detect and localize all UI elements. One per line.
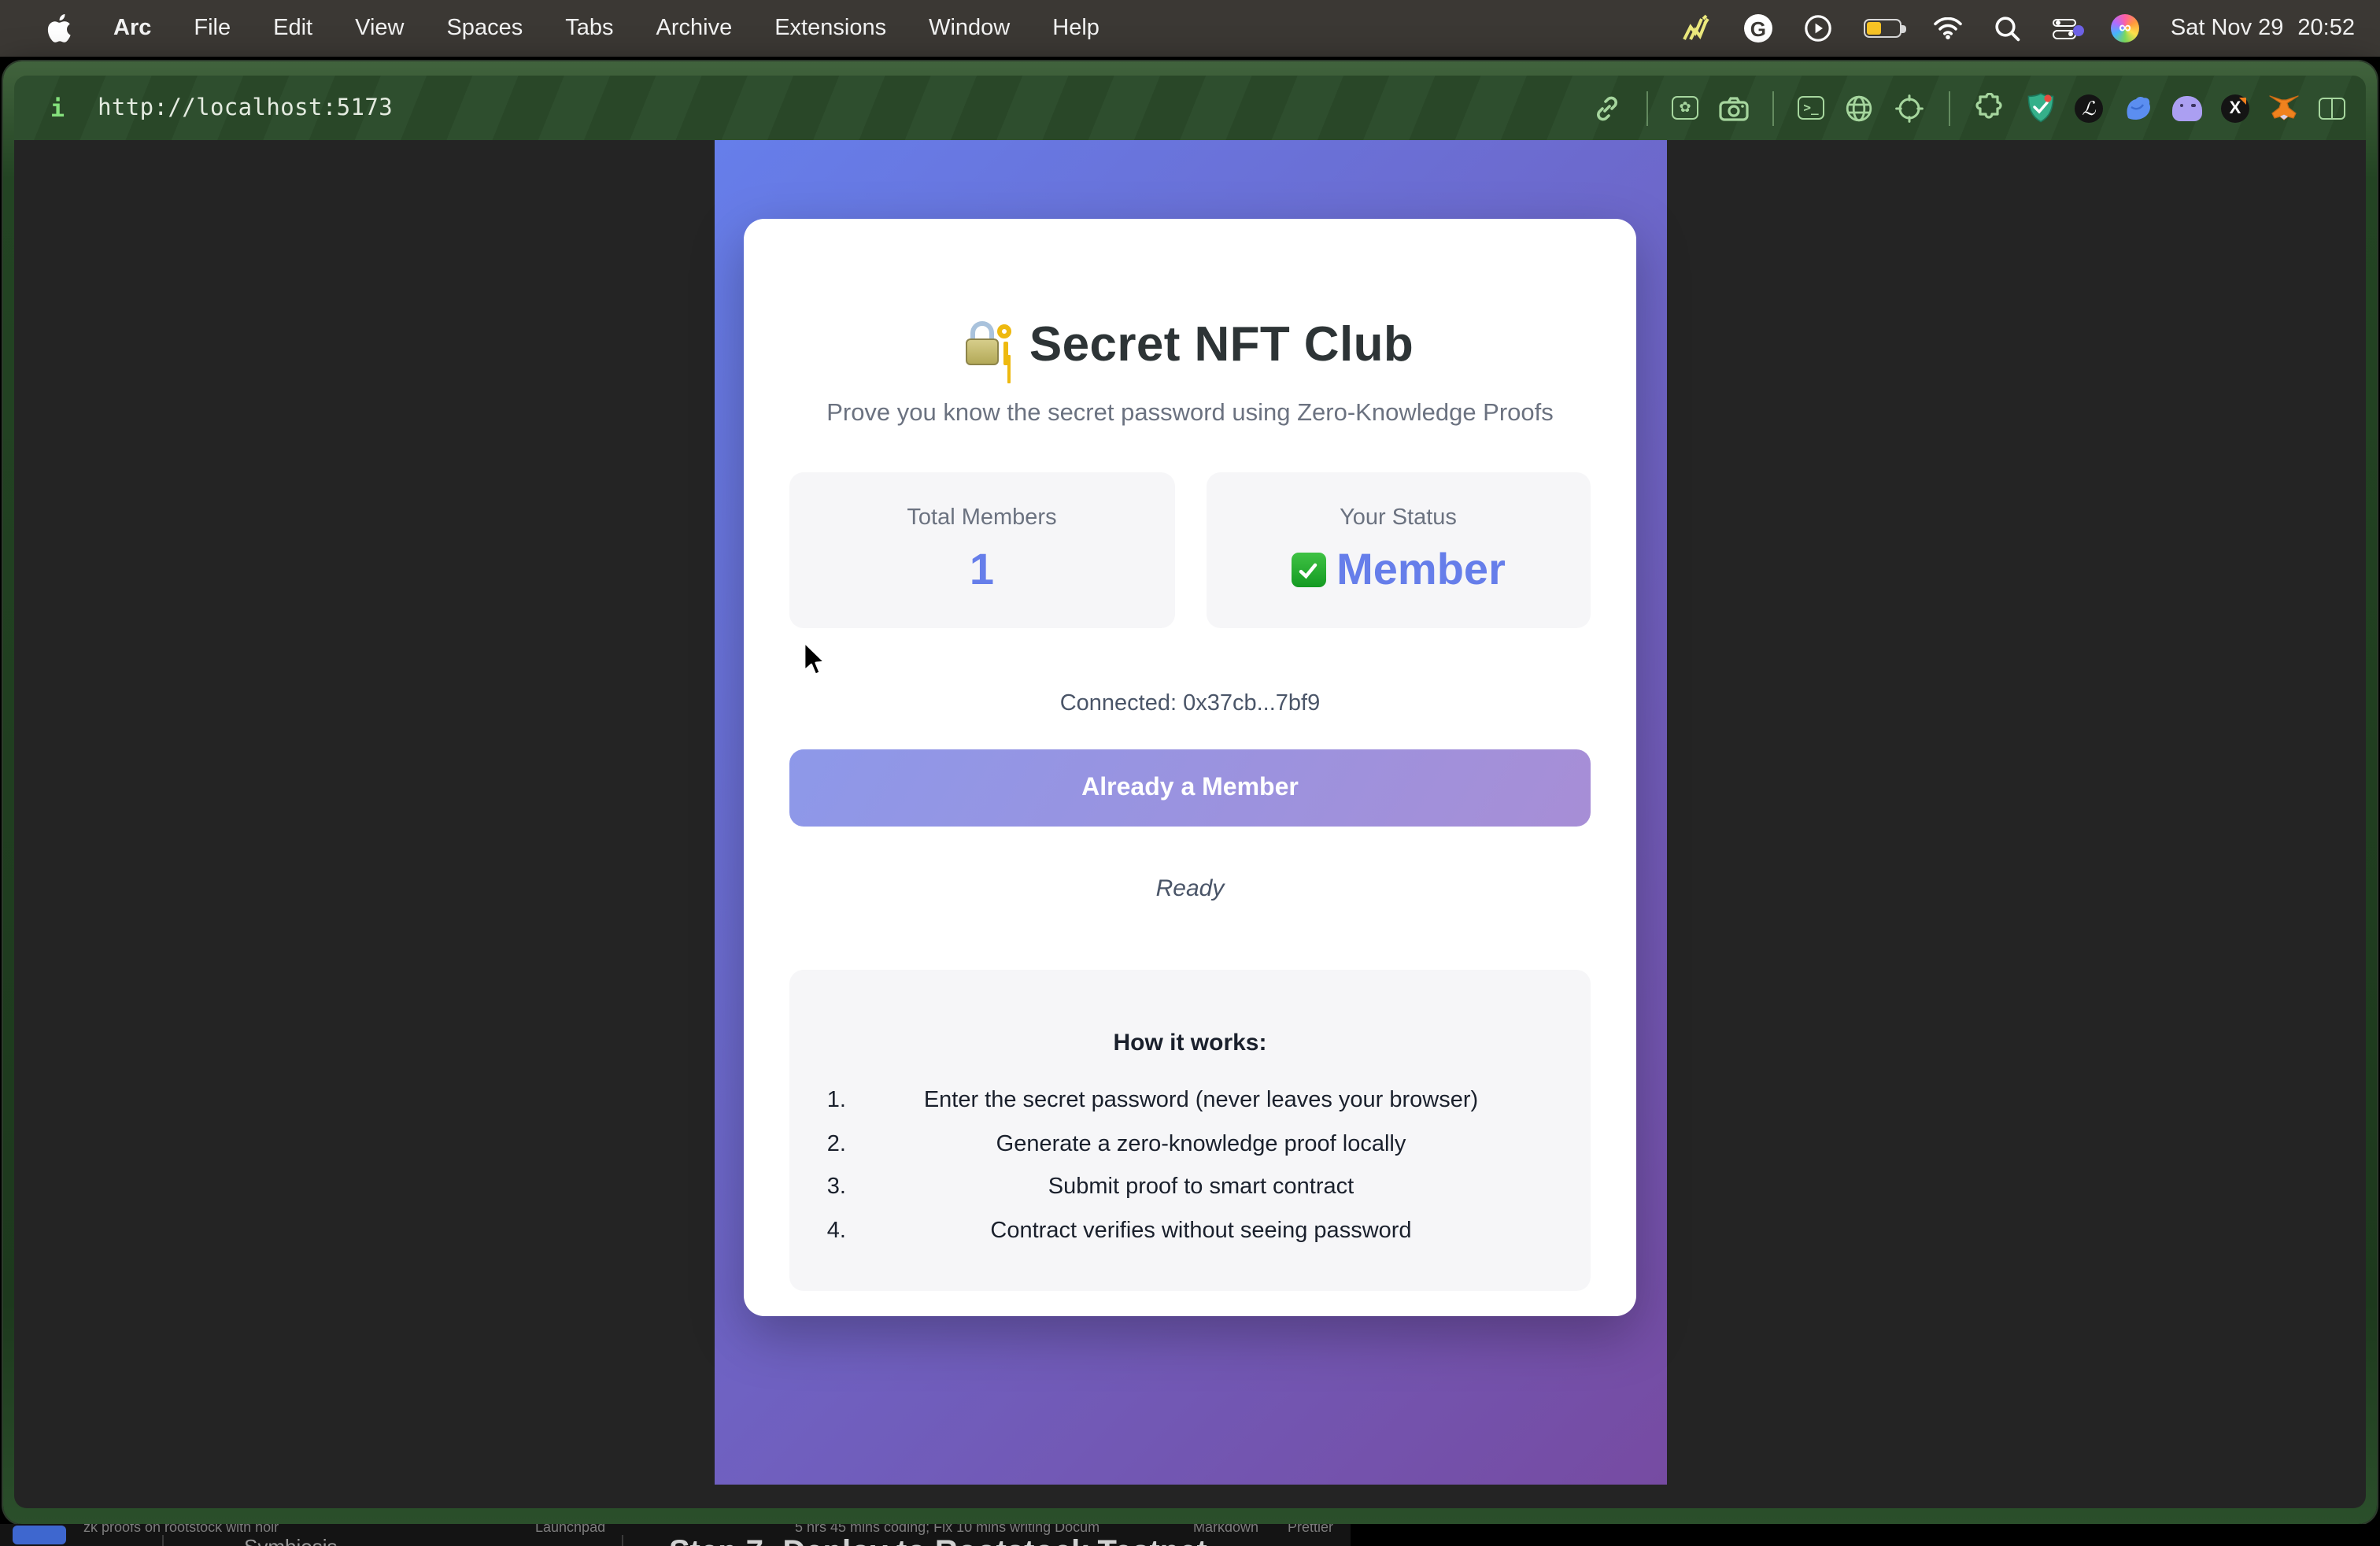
menu-bar-time: 20:52 — [2297, 16, 2355, 41]
metamask-fox-icon[interactable] — [2268, 92, 2300, 124]
activity-chart-icon[interactable] — [1681, 13, 1713, 44]
how-step-3: Submit proof to smart contract — [852, 1174, 1550, 1200]
how-it-works-heading: How it works: — [789, 1030, 1591, 1056]
member-status-value: Member — [1291, 545, 1506, 595]
menu-bar-date: Sat Nov 29 — [2171, 16, 2284, 41]
remote-badge[interactable] — [13, 1526, 66, 1544]
split-view-icon[interactable] — [2319, 97, 2345, 119]
target-icon[interactable] — [1894, 92, 1925, 124]
status-formatter-label[interactable]: Prettier — [1288, 1524, 1333, 1535]
apple-logo-icon[interactable] — [47, 13, 71, 44]
play-circle-icon[interactable] — [1804, 13, 1832, 44]
extensions-puzzle-icon[interactable] — [1974, 92, 2005, 124]
status-launchpad-label[interactable]: Launchpad — [535, 1524, 605, 1535]
picture-in-picture-icon[interactable]: ✿ — [1672, 96, 1698, 120]
bluebird-icon[interactable] — [2122, 92, 2153, 124]
background-doc-heading: Step 7: Deploy to Rootstock Testnet — [669, 1535, 1207, 1546]
background-window-strip: zk proofs on rootstock with noir Launchp… — [0, 1524, 2380, 1546]
grammarly-icon[interactable]: G — [1744, 14, 1772, 43]
lock-with-key-emoji — [966, 321, 1014, 368]
stat-label: Total Members — [907, 505, 1056, 531]
how-step-1: Enter the secret password (never leaves … — [852, 1088, 1550, 1113]
battery-icon[interactable] — [1864, 19, 1901, 38]
how-step-2: Generate a zero-knowledge proof locally — [852, 1131, 1550, 1156]
web-page-content: Secret NFT Club Prove you know the secre… — [14, 140, 2366, 1508]
toolbar-divider — [1949, 91, 1950, 125]
menu-item-window[interactable]: Window — [929, 16, 1010, 41]
browser-window: i http://localhost:5173 ✿ >_ — [3, 61, 2377, 1524]
menu-item-file[interactable]: File — [194, 16, 231, 41]
menu-item-help[interactable]: Help — [1052, 16, 1099, 41]
wifi-icon[interactable] — [1933, 13, 1963, 44]
color-wheel-icon[interactable]: ∞ — [2111, 14, 2139, 43]
menu-app-name[interactable]: Arc — [113, 16, 151, 41]
toolbar-divider — [1646, 91, 1648, 125]
editor-status-row: zk proofs on rootstock with noir Launchp… — [0, 1524, 1351, 1535]
menu-item-view[interactable]: View — [355, 16, 404, 41]
total-members-value: 1 — [970, 545, 994, 595]
stats-row: Total Members 1 Your Status Member — [789, 472, 1591, 628]
page-title: Secret NFT Club — [789, 316, 1591, 373]
stat-label: Your Status — [1340, 505, 1457, 531]
menu-item-edit[interactable]: Edit — [273, 16, 312, 41]
how-step-4: Contract verifies without seeing passwor… — [852, 1218, 1550, 1243]
connected-address: Connected: 0x37cb...7bf9 — [789, 691, 1591, 716]
divider — [622, 1535, 623, 1546]
divider — [162, 1535, 164, 1546]
menu-item-tabs[interactable]: Tabs — [565, 16, 613, 41]
background-tab-title[interactable]: Symbiosis — [244, 1535, 338, 1546]
macos-menu-bar: Arc File Edit View Spaces Tabs Archive E… — [0, 0, 2380, 57]
your-status-box: Your Status Member — [1206, 472, 1591, 628]
site-info-icon[interactable]: i — [50, 94, 65, 122]
spotlight-search-icon[interactable] — [1994, 13, 2021, 44]
editor-status-bar: zk proofs on rootstock with noir Launchp… — [0, 1524, 1351, 1546]
menu-item-archive[interactable]: Archive — [656, 16, 733, 41]
desktop: Arc File Edit View Spaces Tabs Archive E… — [0, 0, 2380, 1546]
how-it-works-list: Enter the secret password (never leaves … — [789, 1088, 1591, 1243]
page-subtitle: Prove you know the secret password using… — [789, 400, 1591, 428]
link-icon[interactable] — [1591, 92, 1623, 124]
globe-icon[interactable] — [1843, 92, 1875, 124]
how-it-works-box: How it works: Enter the secret password … — [789, 970, 1591, 1291]
already-a-member-button[interactable]: Already a Member — [789, 749, 1591, 827]
total-members-box: Total Members 1 — [789, 472, 1174, 628]
adguard-shield-icon[interactable] — [2024, 92, 2056, 124]
x-wallet-icon[interactable]: X — [2221, 94, 2249, 122]
url-text[interactable]: http://localhost:5173 — [98, 95, 393, 120]
toolbar-divider — [1772, 91, 1774, 125]
loom-icon[interactable]: ℒ — [2075, 94, 2103, 122]
menu-item-spaces[interactable]: Spaces — [446, 16, 523, 41]
browser-url-bar: i http://localhost:5173 ✿ >_ — [14, 76, 2366, 140]
status-branch-label[interactable]: zk proofs on rootstock with noir — [83, 1524, 279, 1535]
status-text: Ready — [789, 875, 1591, 902]
secret-nft-club-card: Secret NFT Club Prove you know the secre… — [744, 219, 1636, 1316]
menu-bar-clock[interactable]: Sat Nov 29 20:52 — [2171, 16, 2355, 41]
status-language-label[interactable]: Markdown — [1193, 1524, 1258, 1535]
devtools-terminal-icon[interactable]: >_ — [1798, 96, 1824, 120]
check-mark-emoji — [1291, 553, 1325, 587]
control-center-icon[interactable] — [2053, 18, 2079, 39]
menu-item-extensions[interactable]: Extensions — [774, 16, 886, 41]
screenshot-camera-icon[interactable] — [1717, 92, 1749, 124]
mouse-cursor — [803, 641, 830, 679]
status-time-label[interactable]: 5 hrs 45 mins coding; Fix 10 mins writin… — [795, 1524, 1099, 1535]
phantom-wallet-icon[interactable] — [2172, 95, 2202, 120]
